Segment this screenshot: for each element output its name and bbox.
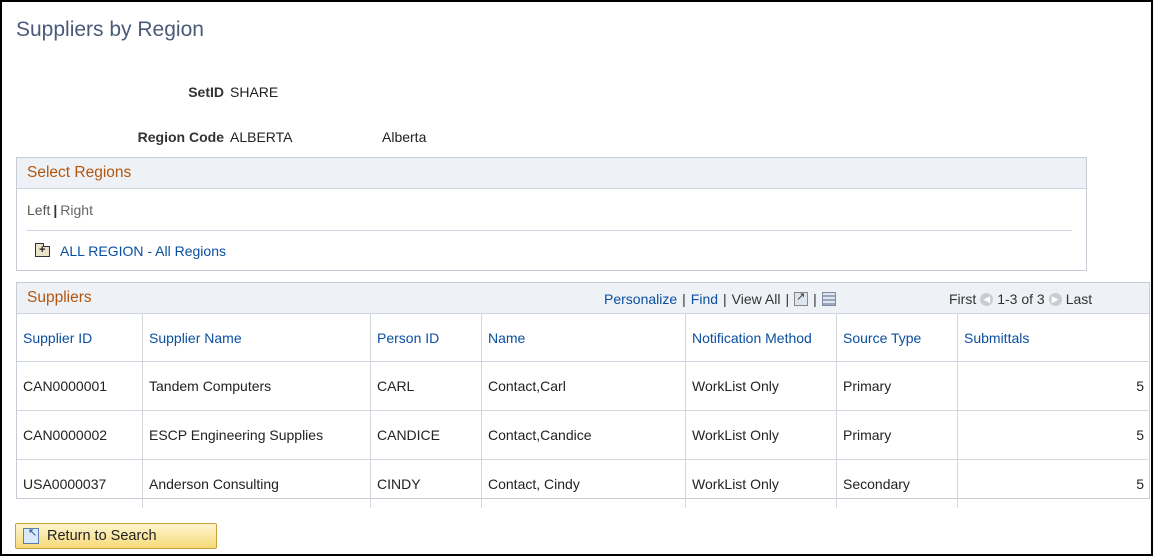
right-link[interactable]: Right <box>60 202 93 218</box>
cell-notification-method: WorkList Only <box>685 361 837 411</box>
toolbar-separator: | <box>785 291 790 307</box>
cell-source-type: Secondary <box>836 459 958 508</box>
tree-node-link[interactable]: ALL REGION - All Regions <box>60 243 226 259</box>
personalize-link[interactable]: Personalize <box>604 291 677 307</box>
region-description: Alberta <box>382 129 427 145</box>
cell-supplier-name: ESCP Engineering Supplies <box>142 410 371 460</box>
left-right-separator: | <box>53 202 58 218</box>
column-header-supplier-name[interactable]: Supplier Name <box>142 314 371 362</box>
column-header-name[interactable]: Name <box>481 314 686 362</box>
left-right-toggle: Left | Right <box>27 202 93 218</box>
cell-supplier-name: Tandem Computers <box>142 361 371 411</box>
find-link[interactable]: Find <box>691 291 718 307</box>
new-window-icon[interactable] <box>794 290 809 306</box>
column-header-source-type[interactable]: Source Type <box>836 314 958 362</box>
column-header-notification-method[interactable]: Notification Method <box>685 314 837 362</box>
table-row: CAN0000001 Tandem Computers CARL Contact… <box>17 361 1148 411</box>
cell-notification-method: WorkList Only <box>685 410 837 460</box>
setid-label: SetID <box>188 84 224 100</box>
left-label[interactable]: Left <box>27 202 50 218</box>
download-grid-icon[interactable] <box>821 292 836 306</box>
table-header-row: Supplier ID Supplier Name Person ID Name… <box>17 314 1148 362</box>
cell-person-id: CINDY <box>370 459 482 508</box>
cell-source-type: Primary <box>836 410 958 460</box>
cell-person-id: CANDICE <box>370 410 482 460</box>
suppliers-grid-title: Suppliers <box>27 289 92 306</box>
toolbar-separator: | <box>723 291 727 307</box>
return-search-icon <box>23 526 39 544</box>
suppliers-table: Supplier ID Supplier Name Person ID Name… <box>17 314 1148 508</box>
tree-node-all-region[interactable]: + ALL REGION - All Regions <box>35 242 226 259</box>
region-code-label: Region Code <box>137 129 224 145</box>
grid-toolbar: Personalize | Find | View All | | <box>604 290 836 307</box>
cell-submittals: 5 <box>957 361 1148 411</box>
cell-name: Contact,Candice <box>481 410 686 460</box>
cell-notification-method: WorkList Only <box>685 459 837 508</box>
cell-person-id: CARL <box>370 361 482 411</box>
folder-plus-icon[interactable]: + <box>35 242 50 257</box>
setid-value: SHARE <box>230 84 279 100</box>
row-range: 1-3 of 3 <box>997 291 1045 307</box>
column-header-supplier-id[interactable]: Supplier ID <box>17 314 143 362</box>
suppliers-grid-header: Suppliers Personalize | Find | View All … <box>17 283 1149 314</box>
first-link[interactable]: First <box>949 291 976 307</box>
table-row: USA0000037 Anderson Consulting CINDY Con… <box>17 459 1148 508</box>
cell-supplier-name: Anderson Consulting <box>142 459 371 508</box>
cell-name: Contact,Carl <box>481 361 686 411</box>
cell-source-type: Primary <box>836 361 958 411</box>
view-all-link[interactable]: View All <box>732 291 781 307</box>
cell-supplier-id: CAN0000002 <box>17 410 143 460</box>
cell-submittals: 5 <box>1136 476 1144 492</box>
toolbar-separator: | <box>682 291 686 307</box>
return-to-search-label: Return to Search <box>47 528 157 544</box>
cell-supplier-id: CAN0000001 <box>17 361 143 411</box>
grid-pagination: First ◀ 1-3 of 3 ▶ Last <box>949 291 1092 307</box>
select-regions-header: Select Regions <box>17 158 1086 189</box>
page-title: Suppliers by Region <box>16 18 204 41</box>
next-arrow-icon[interactable]: ▶ <box>1048 292 1062 306</box>
previous-arrow-icon[interactable]: ◀ <box>980 292 994 306</box>
last-link[interactable]: Last <box>1066 291 1092 307</box>
select-regions-box: Select Regions Left | Right + ALL REGION -… <box>16 157 1087 271</box>
suppliers-grid: Suppliers Personalize | Find | View All … <box>16 282 1150 508</box>
return-to-search-button[interactable]: Return to Search <box>15 523 217 549</box>
cell-supplier-id: USA0000037 <box>17 459 143 508</box>
cell-name: Contact, Cindy <box>481 459 686 508</box>
region-code-value: ALBERTA <box>230 129 293 145</box>
cell-submittals: 5 <box>957 410 1148 460</box>
table-row: CAN0000002 ESCP Engineering Supplies CAN… <box>17 410 1148 460</box>
regions-divider <box>27 230 1072 231</box>
column-header-submittals[interactable]: Submittals <box>957 314 1148 362</box>
column-header-person-id[interactable]: Person ID <box>370 314 482 362</box>
toolbar-separator: | <box>813 291 817 307</box>
